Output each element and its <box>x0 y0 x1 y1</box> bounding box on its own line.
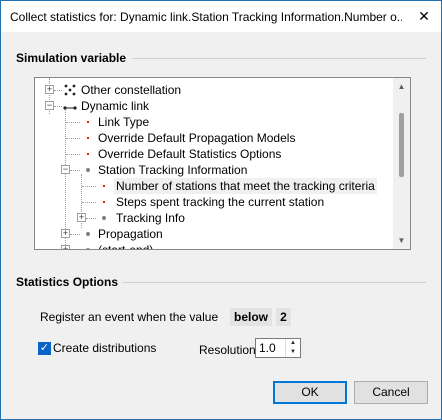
tree-item-label: (start-end) <box>98 243 154 250</box>
create-distributions-label[interactable]: Create distributions <box>53 341 156 355</box>
tree-item-label: Link Type <box>98 115 150 129</box>
tree-item-start-end[interactable]: + (start-end) <box>35 242 393 250</box>
tree-item-other-constellation[interactable]: + Other constellation <box>35 82 393 98</box>
checkmark-icon: ✓ <box>39 342 50 354</box>
resolution-label: Resolution: <box>199 343 260 357</box>
collect-statistics-dialog: Collect statistics for: Dynamic link.Sta… <box>0 0 442 420</box>
expand-icon[interactable]: + <box>45 85 54 94</box>
tree-line <box>54 90 62 91</box>
tree-line <box>82 202 96 203</box>
variable-icon <box>87 121 89 123</box>
tree-item-label: Steps spent tracking the current station <box>116 195 325 209</box>
tree-line <box>86 218 96 219</box>
variable-icon <box>103 185 105 187</box>
tree-line <box>66 138 80 139</box>
tree-line <box>66 122 80 123</box>
constellation-icon <box>63 84 77 96</box>
group-icon <box>86 248 90 249</box>
spin-buttons: ▲ ▼ <box>285 339 300 357</box>
collapse-icon[interactable]: − <box>61 165 70 174</box>
spin-up-icon[interactable]: ▲ <box>286 339 300 348</box>
tree-item-label: Dynamic link <box>81 99 150 113</box>
tree-item-steps-spent[interactable]: Steps spent tracking the current station <box>35 194 393 210</box>
tree-item-number-of-stations[interactable]: Number of stations that meet the trackin… <box>35 178 393 194</box>
expand-icon[interactable]: + <box>61 245 70 249</box>
group-icon <box>86 168 90 172</box>
tree-line <box>70 234 80 235</box>
tree-item-link-type[interactable]: Link Type <box>35 114 393 130</box>
resolution-spinner[interactable]: ▲ ▼ <box>255 338 301 358</box>
tree-item-label: Station Tracking Information <box>98 163 248 177</box>
section-divider <box>123 282 426 283</box>
tree-item-propagation[interactable]: + Propagation <box>35 226 393 242</box>
section-divider <box>132 58 426 59</box>
group-icon <box>102 216 106 220</box>
variable-icon <box>103 201 105 203</box>
tree-line <box>70 170 80 171</box>
tree-item-station-tracking[interactable]: − Station Tracking Information <box>35 162 393 178</box>
tree-item-label: Other constellation <box>81 83 182 97</box>
expand-icon[interactable]: + <box>77 213 86 222</box>
spin-down-icon[interactable]: ▼ <box>286 348 300 357</box>
tree-item-dynamic-link[interactable]: − Dynamic link <box>35 98 393 114</box>
close-button[interactable]: ✕ <box>407 1 441 32</box>
tree-item-label: Number of stations that meet the trackin… <box>114 178 377 194</box>
tree-line <box>82 186 96 187</box>
simulation-variable-header: Simulation variable <box>16 51 127 65</box>
register-threshold-value[interactable]: 2 <box>276 308 291 326</box>
cancel-button[interactable]: Cancel <box>354 381 428 404</box>
link-icon <box>62 101 78 111</box>
group-icon <box>86 232 90 236</box>
tree-item-tracking-info[interactable]: + Tracking Info <box>35 210 393 226</box>
collapse-icon[interactable]: − <box>45 101 54 110</box>
tree-item-override-statistics[interactable]: Override Default Statistics Options <box>35 146 393 162</box>
ok-button[interactable]: OK <box>273 381 347 404</box>
resolution-input[interactable] <box>259 340 287 356</box>
variable-icon <box>87 137 89 139</box>
register-event-label: Register an event when the value <box>40 310 219 324</box>
expand-icon[interactable]: + <box>61 229 70 238</box>
tree-item-label: Override Default Propagation Models <box>98 131 296 145</box>
tree-item-override-propagation[interactable]: Override Default Propagation Models <box>35 130 393 146</box>
tree-scrollbar[interactable]: ▲ ▼ <box>393 78 410 249</box>
tree-item-label: Propagation <box>98 227 163 241</box>
title-bar[interactable]: Collect statistics for: Dynamic link.Sta… <box>1 1 441 32</box>
close-icon: ✕ <box>418 8 430 24</box>
scroll-up-icon[interactable]: ▲ <box>393 78 410 95</box>
create-distributions-checkbox[interactable]: ✓ <box>38 342 51 355</box>
scroll-thumb[interactable] <box>399 113 404 177</box>
variable-icon <box>87 153 89 155</box>
tree-line <box>54 106 62 107</box>
tree-item-label: Tracking Info <box>116 211 185 225</box>
tree-line <box>66 154 80 155</box>
statistics-options-header: Statistics Options <box>16 275 119 289</box>
register-condition-value[interactable]: below <box>230 308 272 326</box>
scroll-down-icon[interactable]: ▼ <box>393 232 410 249</box>
tree-item-label: Override Default Statistics Options <box>98 147 282 161</box>
simulation-variable-tree[interactable]: + Other constellation − Dynamic link Lin… <box>34 77 411 250</box>
window-title: Collect statistics for: Dynamic link.Sta… <box>10 10 402 24</box>
